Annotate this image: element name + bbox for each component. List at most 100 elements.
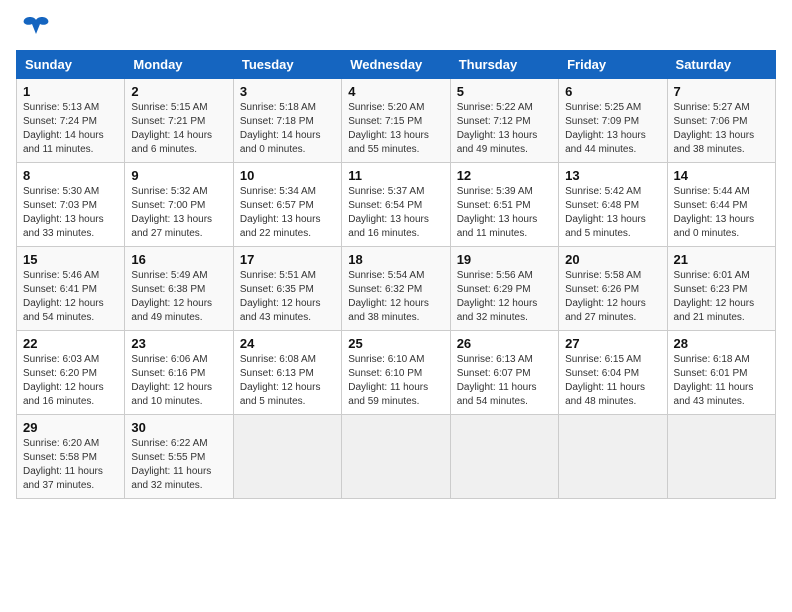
day-number: 28 [674,336,769,351]
calendar-day-cell: 15 Sunrise: 5:46 AM Sunset: 6:41 PM Dayl… [17,247,125,331]
empty-day-cell [559,415,667,499]
weekday-header: Sunday [17,51,125,79]
calendar-day-cell: 6 Sunrise: 5:25 AM Sunset: 7:09 PM Dayli… [559,79,667,163]
day-number: 29 [23,420,118,435]
day-info: Sunrise: 6:10 AM Sunset: 6:10 PM Dayligh… [348,353,443,409]
day-info: Sunrise: 5:54 AM Sunset: 6:32 PM Dayligh… [348,269,443,325]
day-info: Sunrise: 6:08 AM Sunset: 6:13 PM Dayligh… [240,353,335,409]
calendar-day-cell: 4 Sunrise: 5:20 AM Sunset: 7:15 PM Dayli… [342,79,450,163]
calendar-day-cell: 12 Sunrise: 5:39 AM Sunset: 6:51 PM Dayl… [450,163,558,247]
day-info: Sunrise: 6:03 AM Sunset: 6:20 PM Dayligh… [23,353,118,409]
day-number: 3 [240,84,335,99]
calendar-day-cell: 14 Sunrise: 5:44 AM Sunset: 6:44 PM Dayl… [667,163,775,247]
calendar-day-cell: 22 Sunrise: 6:03 AM Sunset: 6:20 PM Dayl… [17,331,125,415]
calendar-day-cell: 24 Sunrise: 6:08 AM Sunset: 6:13 PM Dayl… [233,331,341,415]
day-number: 16 [131,252,226,267]
calendar-day-cell: 19 Sunrise: 5:56 AM Sunset: 6:29 PM Dayl… [450,247,558,331]
day-info: Sunrise: 5:25 AM Sunset: 7:09 PM Dayligh… [565,101,660,157]
day-number: 15 [23,252,118,267]
calendar-day-cell: 17 Sunrise: 5:51 AM Sunset: 6:35 PM Dayl… [233,247,341,331]
weekday-header: Saturday [667,51,775,79]
calendar-day-cell: 25 Sunrise: 6:10 AM Sunset: 6:10 PM Dayl… [342,331,450,415]
day-number: 23 [131,336,226,351]
day-info: Sunrise: 5:30 AM Sunset: 7:03 PM Dayligh… [23,185,118,241]
calendar-day-cell: 21 Sunrise: 6:01 AM Sunset: 6:23 PM Dayl… [667,247,775,331]
weekday-header: Friday [559,51,667,79]
day-info: Sunrise: 6:18 AM Sunset: 6:01 PM Dayligh… [674,353,769,409]
day-number: 11 [348,168,443,183]
calendar-week-row: 8 Sunrise: 5:30 AM Sunset: 7:03 PM Dayli… [17,163,776,247]
day-info: Sunrise: 5:56 AM Sunset: 6:29 PM Dayligh… [457,269,552,325]
calendar-day-cell: 7 Sunrise: 5:27 AM Sunset: 7:06 PM Dayli… [667,79,775,163]
day-number: 8 [23,168,118,183]
day-info: Sunrise: 5:32 AM Sunset: 7:00 PM Dayligh… [131,185,226,241]
weekday-header: Thursday [450,51,558,79]
weekday-header: Tuesday [233,51,341,79]
day-number: 17 [240,252,335,267]
calendar-day-cell: 8 Sunrise: 5:30 AM Sunset: 7:03 PM Dayli… [17,163,125,247]
day-info: Sunrise: 5:18 AM Sunset: 7:18 PM Dayligh… [240,101,335,157]
day-info: Sunrise: 5:37 AM Sunset: 6:54 PM Dayligh… [348,185,443,241]
weekday-header: Wednesday [342,51,450,79]
day-number: 24 [240,336,335,351]
calendar-day-cell: 18 Sunrise: 5:54 AM Sunset: 6:32 PM Dayl… [342,247,450,331]
day-info: Sunrise: 5:39 AM Sunset: 6:51 PM Dayligh… [457,185,552,241]
day-info: Sunrise: 6:15 AM Sunset: 6:04 PM Dayligh… [565,353,660,409]
day-info: Sunrise: 5:42 AM Sunset: 6:48 PM Dayligh… [565,185,660,241]
day-info: Sunrise: 5:44 AM Sunset: 6:44 PM Dayligh… [674,185,769,241]
day-info: Sunrise: 5:20 AM Sunset: 7:15 PM Dayligh… [348,101,443,157]
day-info: Sunrise: 6:13 AM Sunset: 6:07 PM Dayligh… [457,353,552,409]
day-number: 26 [457,336,552,351]
logo-bird-icon [22,16,50,38]
day-info: Sunrise: 5:22 AM Sunset: 7:12 PM Dayligh… [457,101,552,157]
calendar-week-row: 29 Sunrise: 6:20 AM Sunset: 5:58 PM Dayl… [17,415,776,499]
calendar-day-cell: 5 Sunrise: 5:22 AM Sunset: 7:12 PM Dayli… [450,79,558,163]
calendar-day-cell: 28 Sunrise: 6:18 AM Sunset: 6:01 PM Dayl… [667,331,775,415]
day-number: 13 [565,168,660,183]
calendar-week-row: 1 Sunrise: 5:13 AM Sunset: 7:24 PM Dayli… [17,79,776,163]
day-info: Sunrise: 6:22 AM Sunset: 5:55 PM Dayligh… [131,437,226,493]
logo [16,16,50,38]
calendar-day-cell: 20 Sunrise: 5:58 AM Sunset: 6:26 PM Dayl… [559,247,667,331]
calendar-day-cell: 3 Sunrise: 5:18 AM Sunset: 7:18 PM Dayli… [233,79,341,163]
day-number: 30 [131,420,226,435]
weekday-header: Monday [125,51,233,79]
day-info: Sunrise: 6:06 AM Sunset: 6:16 PM Dayligh… [131,353,226,409]
day-number: 4 [348,84,443,99]
empty-day-cell [233,415,341,499]
day-info: Sunrise: 6:01 AM Sunset: 6:23 PM Dayligh… [674,269,769,325]
calendar-day-cell: 30 Sunrise: 6:22 AM Sunset: 5:55 PM Dayl… [125,415,233,499]
day-info: Sunrise: 5:51 AM Sunset: 6:35 PM Dayligh… [240,269,335,325]
day-number: 20 [565,252,660,267]
empty-day-cell [342,415,450,499]
calendar-day-cell: 29 Sunrise: 6:20 AM Sunset: 5:58 PM Dayl… [17,415,125,499]
calendar-day-cell: 23 Sunrise: 6:06 AM Sunset: 6:16 PM Dayl… [125,331,233,415]
day-number: 19 [457,252,552,267]
day-number: 22 [23,336,118,351]
day-number: 1 [23,84,118,99]
calendar-table: SundayMondayTuesdayWednesdayThursdayFrid… [16,50,776,499]
day-info: Sunrise: 5:46 AM Sunset: 6:41 PM Dayligh… [23,269,118,325]
empty-day-cell [450,415,558,499]
calendar-week-row: 22 Sunrise: 6:03 AM Sunset: 6:20 PM Dayl… [17,331,776,415]
day-info: Sunrise: 6:20 AM Sunset: 5:58 PM Dayligh… [23,437,118,493]
calendar-day-cell: 13 Sunrise: 5:42 AM Sunset: 6:48 PM Dayl… [559,163,667,247]
day-number: 27 [565,336,660,351]
day-number: 9 [131,168,226,183]
calendar-week-row: 15 Sunrise: 5:46 AM Sunset: 6:41 PM Dayl… [17,247,776,331]
calendar-day-cell: 1 Sunrise: 5:13 AM Sunset: 7:24 PM Dayli… [17,79,125,163]
day-number: 7 [674,84,769,99]
calendar-day-cell: 26 Sunrise: 6:13 AM Sunset: 6:07 PM Dayl… [450,331,558,415]
day-info: Sunrise: 5:34 AM Sunset: 6:57 PM Dayligh… [240,185,335,241]
day-info: Sunrise: 5:27 AM Sunset: 7:06 PM Dayligh… [674,101,769,157]
calendar-header-row: SundayMondayTuesdayWednesdayThursdayFrid… [17,51,776,79]
day-number: 5 [457,84,552,99]
day-number: 10 [240,168,335,183]
calendar-day-cell: 10 Sunrise: 5:34 AM Sunset: 6:57 PM Dayl… [233,163,341,247]
day-number: 21 [674,252,769,267]
page-header [16,16,776,38]
calendar-day-cell: 11 Sunrise: 5:37 AM Sunset: 6:54 PM Dayl… [342,163,450,247]
day-number: 2 [131,84,226,99]
day-info: Sunrise: 5:15 AM Sunset: 7:21 PM Dayligh… [131,101,226,157]
empty-day-cell [667,415,775,499]
